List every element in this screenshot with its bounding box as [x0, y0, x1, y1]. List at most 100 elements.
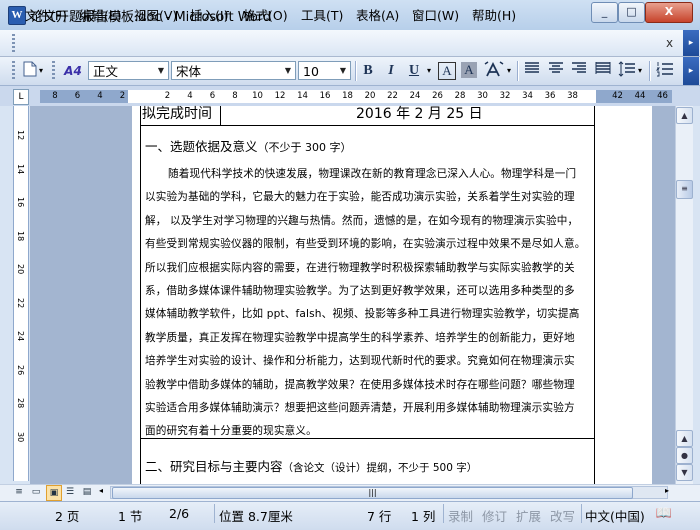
- document-close-icon[interactable]: x: [666, 36, 673, 50]
- status-language[interactable]: 中文(中国): [585, 506, 645, 525]
- menu-grip[interactable]: [12, 34, 15, 52]
- align-justify-icon[interactable]: [522, 61, 542, 81]
- align-center-icon[interactable]: [546, 61, 566, 81]
- character-shading-button[interactable]: A: [461, 62, 477, 78]
- paragraph-line: 媒体辅助教学软件，比如 ppt、falsh、视频、投影等多种工具进行物理实验教学…: [145, 308, 580, 321]
- status-track-changes[interactable]: 修订: [482, 506, 507, 525]
- style-combo[interactable]: 正文 ▼: [88, 61, 169, 80]
- previous-page-icon[interactable]: ▲: [676, 430, 693, 447]
- ruler-tick-label: 34: [522, 91, 533, 101]
- ruler-tick-label: 6: [74, 91, 81, 101]
- chevron-down-icon[interactable]: ▼: [281, 62, 295, 79]
- vertical-ruler-tick-label: 20: [16, 264, 25, 275]
- ruler-tick-label: 44: [634, 91, 646, 101]
- vertical-ruler[interactable]: [13, 106, 29, 481]
- status-extend-selection[interactable]: 扩展: [516, 506, 541, 525]
- underline-button[interactable]: U: [404, 61, 424, 81]
- toolbar-separator: [649, 61, 651, 81]
- vertical-ruler-tick-label: 26: [16, 364, 25, 375]
- menubar-chevron-icon[interactable]: ▸: [683, 30, 699, 56]
- reading-layout-view-icon[interactable]: ▤: [80, 485, 94, 499]
- status-separator: [214, 504, 215, 523]
- maximize-button[interactable]: □: [618, 2, 645, 23]
- font-combo[interactable]: 宋体 ▼: [171, 61, 296, 80]
- select-browse-object-icon[interactable]: ●: [676, 447, 693, 464]
- ruler-tick-label: 20: [364, 91, 376, 101]
- paragraph-line: 实验适合用多媒体辅助演示？想要把这些问题弄清楚，开展利用多媒体辅助物理演示实验方: [145, 402, 575, 414]
- distributed-align-icon[interactable]: [593, 61, 613, 81]
- vertical-ruler-tick-label: 12: [16, 130, 25, 141]
- ruler-tick-label: 24: [409, 91, 421, 101]
- ruler-tick-label: 36: [544, 91, 556, 101]
- close-button[interactable]: X: [645, 2, 693, 23]
- status-overtype[interactable]: 改写: [550, 506, 575, 525]
- status-record-macro[interactable]: 录制: [448, 506, 473, 525]
- ruler-tick-label: 4: [97, 91, 103, 101]
- menu-help[interactable]: 帮助(H): [472, 5, 516, 24]
- numbering-icon[interactable]: [655, 61, 675, 81]
- line-spacing-chevron-down-icon[interactable]: ▾: [638, 66, 642, 75]
- bold-button[interactable]: B: [358, 61, 378, 81]
- tab-selector-icon[interactable]: L: [13, 89, 29, 105]
- menu-edit[interactable]: 编辑(E): [79, 5, 122, 24]
- ruler-tick-label: 10: [252, 91, 263, 101]
- font-size-value: 10: [303, 64, 319, 79]
- scaling-chevron-down-icon[interactable]: ▾: [507, 66, 511, 75]
- ruler-tick-label: 42: [612, 91, 623, 101]
- next-page-icon[interactable]: ▼: [676, 464, 693, 481]
- scroll-up-icon[interactable]: ▲: [676, 107, 693, 124]
- section2-heading: 二、研究目标与主要内容（含论文（设计）提纲，不少于 500 字）: [145, 456, 477, 475]
- minimize-button[interactable]: _: [591, 2, 618, 23]
- menu-format[interactable]: 格式(O): [243, 5, 288, 24]
- character-scaling-icon[interactable]: [484, 61, 504, 81]
- character-border-button[interactable]: A: [438, 62, 456, 80]
- scroll-left-icon[interactable]: ◂: [99, 486, 103, 495]
- chevron-down-icon[interactable]: ▼: [336, 62, 350, 79]
- toolbar-grip-2[interactable]: [52, 61, 55, 81]
- status-separator: [581, 504, 582, 523]
- font-size-combo[interactable]: 10 ▼: [298, 61, 351, 80]
- vertical-ruler-tick-label: 22: [16, 297, 25, 308]
- spelling-status-icon[interactable]: 📖: [655, 506, 673, 522]
- menu-file[interactable]: 文件(F): [25, 5, 67, 24]
- chevron-down-icon[interactable]: ▼: [154, 62, 168, 79]
- menu-insert[interactable]: 插入(I): [190, 5, 228, 24]
- line-spacing-icon[interactable]: [617, 61, 637, 81]
- paragraph-line: 随着现代科学技术的快速发展，物理课改在新的教育理念已深入人心。物理学科是一门: [168, 168, 577, 180]
- menu-tools[interactable]: 工具(T): [301, 5, 343, 24]
- vertical-scrollbar[interactable]: [675, 106, 693, 484]
- vertical-ruler-tick-label: 14: [16, 163, 25, 174]
- print-layout-view-icon[interactable]: ▣: [46, 485, 62, 501]
- toolbar-options-chevron-icon[interactable]: ▸: [683, 57, 699, 85]
- styles-and-formatting-icon[interactable]: A4: [63, 61, 83, 81]
- normal-view-icon[interactable]: ≡: [12, 485, 26, 499]
- horizontal-scroll-thumb[interactable]: |||: [112, 487, 633, 499]
- ruler-tick-label: 28: [454, 91, 466, 101]
- toolbar-grip[interactable]: [12, 61, 15, 81]
- table-cell-border: [220, 106, 221, 126]
- ruler-tick-label: 4: [187, 91, 193, 101]
- word-app-icon[interactable]: W: [8, 6, 26, 25]
- status-separator: [443, 504, 444, 523]
- status-column: 1 列: [411, 509, 436, 524]
- ruler-tick-label: 18: [342, 91, 353, 101]
- menu-view[interactable]: 视图(V): [134, 5, 177, 24]
- italic-button[interactable]: I: [381, 61, 401, 81]
- ruler-tick-label: 32: [499, 91, 511, 101]
- outline-view-icon[interactable]: ☰: [63, 485, 77, 499]
- scroll-right-icon[interactable]: ▸: [665, 486, 669, 495]
- ruler-tick-label: 2: [119, 91, 126, 101]
- ruler-tick-label: 6: [209, 91, 216, 101]
- ruler-tick-label: 16: [319, 91, 331, 101]
- new-document-icon[interactable]: [20, 61, 40, 81]
- vertical-ruler-tick-label: 28: [16, 398, 25, 409]
- web-layout-view-icon[interactable]: ▭: [29, 485, 43, 499]
- scrollbar-thumb[interactable]: ≡: [676, 180, 693, 199]
- underline-chevron-down-icon[interactable]: ▾: [427, 66, 431, 75]
- new-dropdown-chevron-down-icon[interactable]: ▾: [39, 66, 43, 75]
- align-right-icon[interactable]: [569, 61, 589, 81]
- menu-window[interactable]: 窗口(W): [412, 5, 459, 24]
- ruler-tick-label: 30: [477, 91, 488, 101]
- menu-table[interactable]: 表格(A): [356, 5, 399, 24]
- table-row-border: [140, 125, 595, 126]
